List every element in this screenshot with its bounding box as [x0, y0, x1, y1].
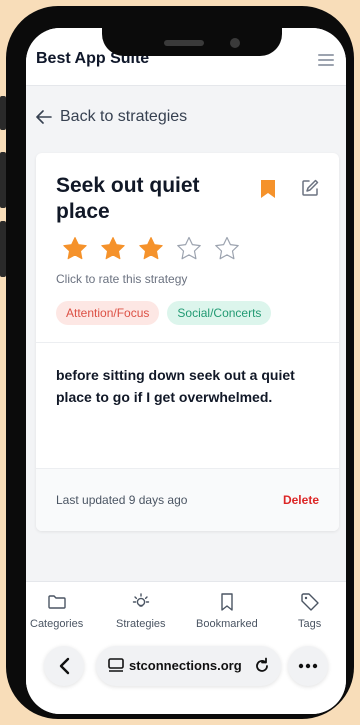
tab-label: Categories	[30, 618, 84, 630]
tab-label: Tags	[298, 618, 322, 630]
url-text: stconnections.org	[129, 658, 242, 673]
star-filled-icon[interactable]	[61, 235, 89, 263]
lightbulb-icon	[132, 593, 149, 607]
star-filled-icon[interactable]	[99, 235, 127, 263]
tag-attention-focus[interactable]: Attention/Focus	[56, 301, 160, 325]
phone-frame: Best App Suite Back to strategies Seek o…	[0, 6, 354, 719]
last-updated: Last updated 9 days ago	[56, 493, 188, 507]
tab-bookmarked[interactable]: Bookmarked	[196, 592, 258, 630]
ellipsis-icon	[298, 663, 318, 669]
tabs-icon	[108, 658, 124, 672]
bookmark-icon[interactable]	[260, 179, 276, 199]
browser-back-button[interactable]	[44, 646, 84, 686]
strategy-card: Seek out quiet place Click to rate this …	[36, 153, 339, 531]
tab-categories[interactable]: Categories	[30, 592, 83, 630]
tag-list: Attention/Focus Social/Concerts	[56, 301, 272, 325]
tab-label: Strategies	[116, 618, 166, 630]
folder-icon	[47, 595, 66, 609]
card-footer: Last updated 9 days ago Delete	[36, 468, 339, 531]
edit-icon[interactable]	[301, 179, 319, 197]
side-button	[0, 221, 6, 277]
strategy-description: before sitting down seek out a quiet pla…	[56, 367, 295, 405]
bookmark-icon	[221, 593, 233, 611]
rate-hint: Click to rate this strategy	[56, 272, 188, 286]
more-options-button[interactable]	[288, 646, 328, 686]
notch	[102, 12, 282, 56]
address-bar[interactable]: stconnections.org	[96, 646, 281, 686]
back-label: Back to strategies	[60, 108, 188, 125]
back-to-strategies-link[interactable]: Back to strategies	[36, 108, 187, 126]
volume-down-button	[0, 152, 6, 208]
menu-icon[interactable]	[318, 54, 334, 66]
tab-label: Bookmarked	[196, 618, 258, 630]
volume-up-button	[0, 96, 6, 130]
rating-stars	[61, 235, 241, 263]
tag-social-concerts[interactable]: Social/Concerts	[167, 301, 272, 325]
arrow-left-icon	[36, 110, 52, 124]
divider	[36, 342, 339, 343]
star-empty-icon[interactable]	[213, 235, 241, 263]
reload-icon[interactable]	[253, 657, 271, 675]
tag-icon	[300, 593, 319, 611]
chevron-left-icon	[59, 657, 70, 675]
screen: Best App Suite Back to strategies Seek o…	[26, 28, 346, 714]
tab-tags[interactable]: Tags	[298, 592, 321, 630]
tab-strategies[interactable]: Strategies	[116, 592, 166, 630]
strategy-title: Seek out quiet place	[56, 174, 200, 223]
star-filled-icon[interactable]	[137, 235, 165, 263]
delete-button[interactable]: Delete	[283, 493, 319, 507]
star-empty-icon[interactable]	[175, 235, 203, 263]
